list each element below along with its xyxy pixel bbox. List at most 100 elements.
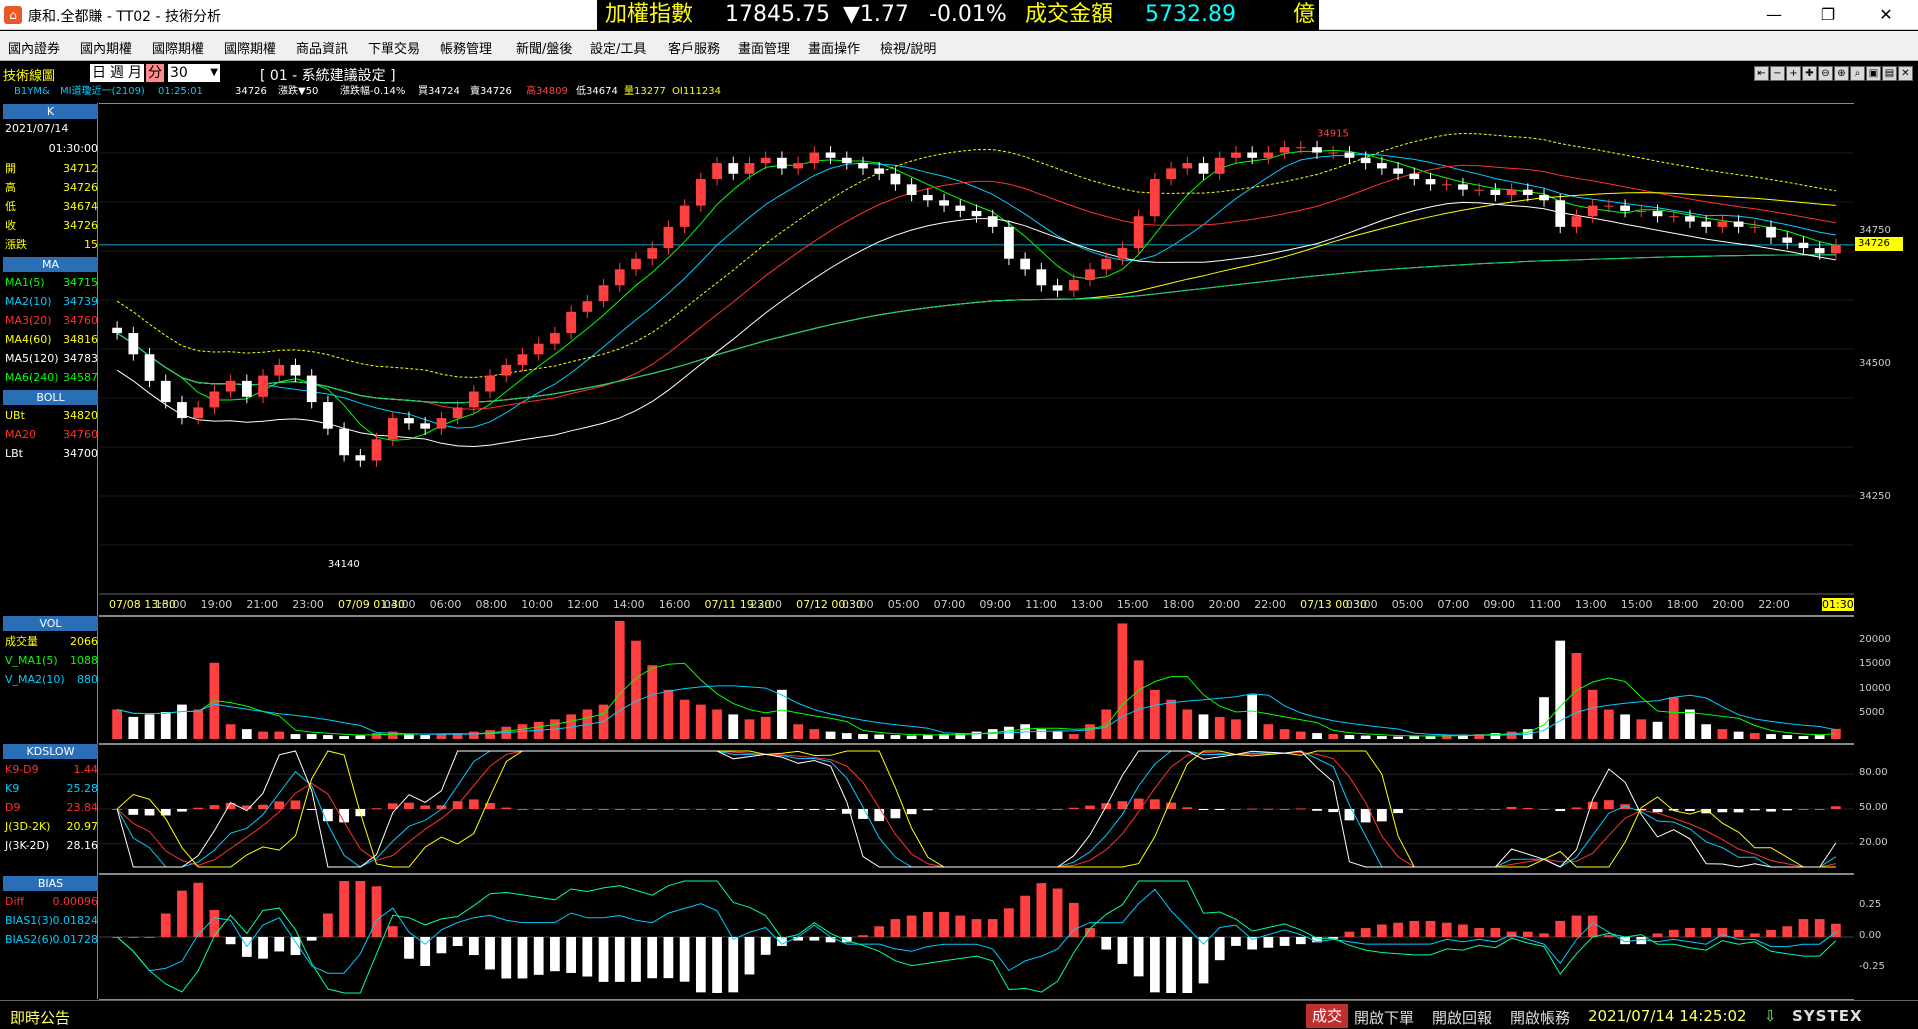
menu-item[interactable]: 客戶服務 bbox=[668, 38, 720, 57]
open-order-button[interactable]: 開啟下單 bbox=[1354, 1007, 1414, 1028]
time-axis-label: 20:00 bbox=[1208, 598, 1241, 611]
boll-lower-line bbox=[116, 201, 1836, 448]
kd-diff-bar bbox=[647, 809, 658, 810]
kd-diff-bar bbox=[1604, 800, 1614, 809]
volume-bar bbox=[1198, 714, 1209, 739]
indicator-value: 0.00096 bbox=[52, 895, 99, 908]
interval-value: 30 bbox=[170, 65, 188, 81]
indicator-value: 0.01824 bbox=[52, 914, 99, 927]
menu-item[interactable]: 畫面管理 bbox=[738, 38, 790, 57]
bias-diff-bar bbox=[1231, 937, 1241, 946]
volume-bar bbox=[874, 734, 885, 739]
minimize-button[interactable]: — bbox=[1754, 2, 1794, 28]
indicator-value: 1088 bbox=[70, 654, 98, 667]
preset-label[interactable]: [ 01 - 系統建議設定 ] bbox=[260, 65, 396, 85]
time-axis-label: 10:00 bbox=[521, 598, 553, 611]
indicator-label: BIAS1(3) bbox=[5, 914, 53, 927]
menu-item[interactable]: 下單交易 bbox=[368, 38, 420, 57]
volume-bar bbox=[1717, 729, 1728, 739]
bias-diff-bar bbox=[598, 937, 609, 982]
period-week[interactable]: 週 bbox=[108, 64, 126, 82]
kd-diff-bar bbox=[987, 809, 998, 810]
candle-body bbox=[1506, 189, 1517, 195]
indicator-value: 34712 bbox=[63, 162, 98, 175]
candle-body bbox=[1198, 163, 1209, 174]
volume-bar bbox=[1263, 724, 1274, 739]
candle-body bbox=[339, 428, 349, 456]
menu-item[interactable]: 國際期權 bbox=[152, 38, 204, 57]
volume-pane[interactable] bbox=[99, 616, 1854, 744]
candle-body bbox=[728, 163, 739, 174]
open-report-button[interactable]: 開啟回報 bbox=[1432, 1007, 1492, 1028]
add-icon[interactable]: ✚ bbox=[1802, 66, 1817, 81]
period-minute[interactable]: 分 bbox=[146, 64, 164, 82]
print-icon[interactable]: ▤ bbox=[1882, 66, 1897, 81]
indicator-label: UBt bbox=[5, 409, 25, 422]
kd-diff-bar bbox=[404, 802, 414, 809]
quote-change: 漲跌▼50 bbox=[278, 86, 319, 97]
bias-diff-bar bbox=[1652, 933, 1663, 937]
candle-body bbox=[1652, 210, 1663, 217]
close-panel-icon[interactable]: ✕ bbox=[1898, 66, 1913, 81]
zoom-in-icon[interactable]: ⊕ bbox=[1834, 66, 1849, 81]
volume-bar bbox=[1652, 721, 1663, 739]
vol-header: VOL bbox=[3, 616, 98, 631]
menu-item[interactable]: 畫面操作 bbox=[808, 38, 860, 57]
menu-item[interactable]: 設定/工具 bbox=[590, 38, 646, 57]
kd-diff-bar bbox=[177, 809, 187, 812]
candle-body bbox=[1782, 237, 1793, 243]
kd-pane[interactable] bbox=[99, 744, 1854, 874]
menu-item[interactable]: 國內證券 bbox=[8, 38, 60, 57]
menu-item[interactable]: 帳務管理 bbox=[440, 38, 492, 57]
bias-diff-bar bbox=[1393, 922, 1403, 937]
quote-ask: 賣34726 bbox=[470, 86, 512, 97]
bias-diff-bar bbox=[744, 937, 755, 975]
volume-bar bbox=[1247, 694, 1258, 739]
bias-pane[interactable] bbox=[99, 874, 1854, 1000]
indicator-value: 15 bbox=[84, 238, 98, 251]
indicator-label: 成交量 bbox=[5, 635, 38, 648]
volume-bar bbox=[436, 734, 447, 739]
time-axis-label: 04:00 bbox=[383, 598, 416, 611]
indicator-value: 34674 bbox=[63, 200, 98, 213]
menu-item[interactable]: 新聞/盤後 bbox=[516, 38, 572, 57]
plus-icon[interactable]: + bbox=[1786, 66, 1801, 81]
kd-diff-bar bbox=[777, 809, 787, 810]
menu-item[interactable]: 商品資訊 bbox=[296, 38, 348, 57]
indicator-label: 高 bbox=[5, 181, 16, 194]
kd-diff-bar bbox=[258, 804, 268, 809]
candle-body bbox=[306, 375, 317, 403]
restore-button[interactable]: ❐ bbox=[1808, 2, 1848, 28]
indicator-row: MA5(120) 34783 bbox=[3, 351, 98, 367]
move-left-icon[interactable]: ⇤ bbox=[1754, 66, 1769, 81]
time-axis-label: 15:00 bbox=[1116, 598, 1149, 611]
close-button[interactable]: ✕ bbox=[1866, 2, 1906, 28]
kd-diff-bar bbox=[1571, 807, 1582, 809]
save-icon[interactable]: ▣ bbox=[1866, 66, 1881, 81]
kd-diff-bar bbox=[614, 809, 625, 810]
period-day[interactable]: 日 bbox=[90, 64, 108, 82]
kd-diff-bar bbox=[760, 809, 771, 810]
open-account-button[interactable]: 開啟帳務 bbox=[1510, 1007, 1570, 1028]
kd-diff-bar bbox=[209, 805, 220, 809]
menu-item[interactable]: 國際期權 bbox=[224, 38, 276, 57]
volume-bar bbox=[712, 709, 722, 739]
trade-status[interactable]: 成交 bbox=[1306, 1004, 1349, 1028]
minus-icon[interactable]: − bbox=[1770, 66, 1785, 81]
bias-diff-bar bbox=[258, 937, 268, 959]
interval-select[interactable]: 30 ▼ bbox=[168, 64, 220, 82]
indicator-row: 高 34726 bbox=[3, 180, 98, 196]
period-month[interactable]: 月 bbox=[126, 64, 144, 82]
candle-body bbox=[841, 157, 852, 164]
time-axis-label: 20:00 bbox=[1712, 598, 1745, 611]
candle-body bbox=[663, 226, 674, 249]
menu-item[interactable]: 檢視/說明 bbox=[880, 38, 936, 57]
bulletin-link[interactable]: 即時公告 bbox=[10, 1007, 70, 1028]
current-price-tag: 34726 bbox=[1855, 236, 1903, 251]
zoom-out-icon[interactable]: ⊖ bbox=[1818, 66, 1833, 81]
price-pane[interactable]: 34915 34140 bbox=[99, 103, 1854, 616]
search-icon[interactable]: ⌕ bbox=[1850, 66, 1865, 81]
candle-body bbox=[1295, 147, 1306, 149]
menu-item[interactable]: 國內期權 bbox=[80, 38, 132, 57]
volume-bar bbox=[1604, 709, 1614, 739]
